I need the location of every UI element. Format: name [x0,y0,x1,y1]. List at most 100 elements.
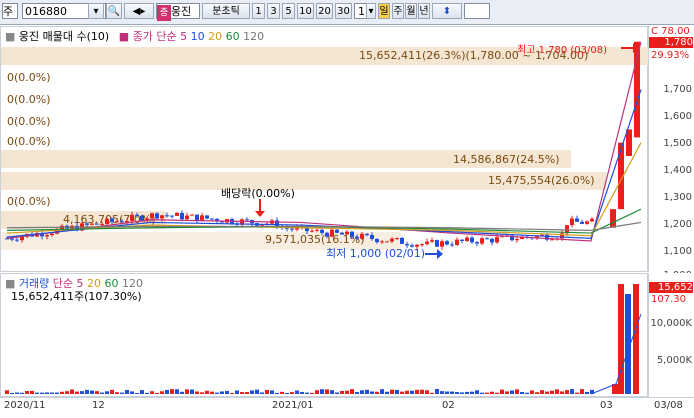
candle [435,240,439,247]
x-tick: 02 [442,400,455,411]
search-icon[interactable]: 🔍 [106,3,122,19]
volume-bar [325,389,329,394]
volume-bar [575,392,579,394]
volume-panel[interactable]: ■ 거래량 단순 5 20 60 120 15,652,411주(107.30%… [0,273,648,397]
volume-bar [75,391,79,394]
candle [120,221,124,223]
volume-bar [545,391,549,394]
volume-bar [315,390,319,394]
low-note: 최저 1,000 (02/01) [326,247,426,260]
volume-bar [618,284,624,394]
volume-axis: 15,652 107.30 10,000K 5,000K [648,273,694,397]
period-year[interactable]: 년 [418,3,430,19]
candle [585,221,589,224]
interval-30[interactable]: 30 [335,3,352,19]
candle [330,229,334,237]
volume-bar [50,392,54,394]
toolbar: 주 016880 ▾ 🔍 ◀▸ 증 웅진 분초틱 1 3 5 10 20 30 1… [0,0,694,25]
interval-label: 1 [255,6,262,17]
candle [310,230,314,232]
candle [380,241,384,243]
volume-bar [15,392,19,394]
volume-bar [415,389,419,394]
candle [365,233,369,236]
interval-dropdown-icon[interactable]: ▾ [366,3,376,19]
dropdown-arrow-icon[interactable]: ▾ [88,3,104,19]
candle [160,215,164,219]
interval-5[interactable]: 5 [282,3,295,19]
candle [105,218,109,224]
volume-bar [220,391,224,394]
volume-bar [490,391,494,394]
volume-bar [185,389,189,394]
volume-bar [265,390,269,394]
volume-bar [340,390,344,394]
volume-bar [400,391,404,394]
period-day[interactable]: 일 [378,3,390,19]
interval-10[interactable]: 10 [297,3,314,19]
period-year-label: 년 [419,6,429,17]
volume-bar [170,389,174,394]
candle [450,244,454,246]
speaker-icon[interactable]: ◀▸ [124,3,154,19]
candle [175,212,179,216]
volume-bar [210,391,214,394]
candle [245,219,249,221]
interval-3[interactable]: 3 [267,3,280,19]
candle [180,212,184,220]
candle [170,215,174,217]
volume-bar [105,391,109,394]
candle [425,241,429,245]
volume-bar [155,392,159,394]
candle [155,213,159,219]
volume-bar [190,389,194,394]
ma-line-5 [6,41,642,242]
market-select[interactable]: 주 [2,3,18,19]
candle [320,229,324,233]
candle [100,223,104,225]
candle [150,213,154,219]
price-panel[interactable]: ■ 웅진 매물대 수(10) ■ 종가 단순 5 10 20 60 120 15… [0,26,649,272]
candle [445,241,449,245]
volume-bar [5,390,9,394]
volume-bar [360,390,364,394]
interval-label: 30 [337,6,350,17]
candle [360,233,364,239]
volume-bar [633,284,639,394]
volume-bar [465,391,469,394]
volume-bar [365,389,369,394]
candle [210,218,214,220]
volume-bar [525,392,529,394]
interval-1[interactable]: 1 [252,3,265,19]
candle [465,237,469,241]
extra-input[interactable] [464,3,490,19]
volume-bar [25,391,29,394]
arrow-right-icon [425,249,443,259]
volume-bar [445,391,449,394]
volume-bar [405,390,409,394]
x-tick: 03 [600,400,613,411]
price-axis: C 78.00 1,780 29.93% 1,700 1,600 1,500 1… [648,26,694,281]
candle [355,236,359,239]
volume-bar [175,389,179,394]
candle [495,237,499,243]
candle [325,232,329,237]
period-month[interactable]: 월 [405,3,417,19]
price-chart [5,41,642,259]
interval-20[interactable]: 20 [316,3,333,19]
volume-bar [295,390,299,394]
scroll-arrows-icon[interactable]: ⬍ [432,3,462,19]
y-tick: 1,100 [663,246,692,257]
candle [460,239,464,241]
volume-bar [230,392,234,394]
volume-bar [125,389,129,394]
y-tick: 1,500 [663,138,692,149]
market-label: 주 [3,5,14,18]
volume-bar [350,389,354,394]
c-label: C 78.00 [651,26,690,37]
tick-button[interactable]: 분초틱 [202,3,250,19]
period-week[interactable]: 주 [392,3,404,19]
volume-bar [460,392,464,394]
volume-bar [35,392,39,394]
volume-bar [65,391,69,394]
